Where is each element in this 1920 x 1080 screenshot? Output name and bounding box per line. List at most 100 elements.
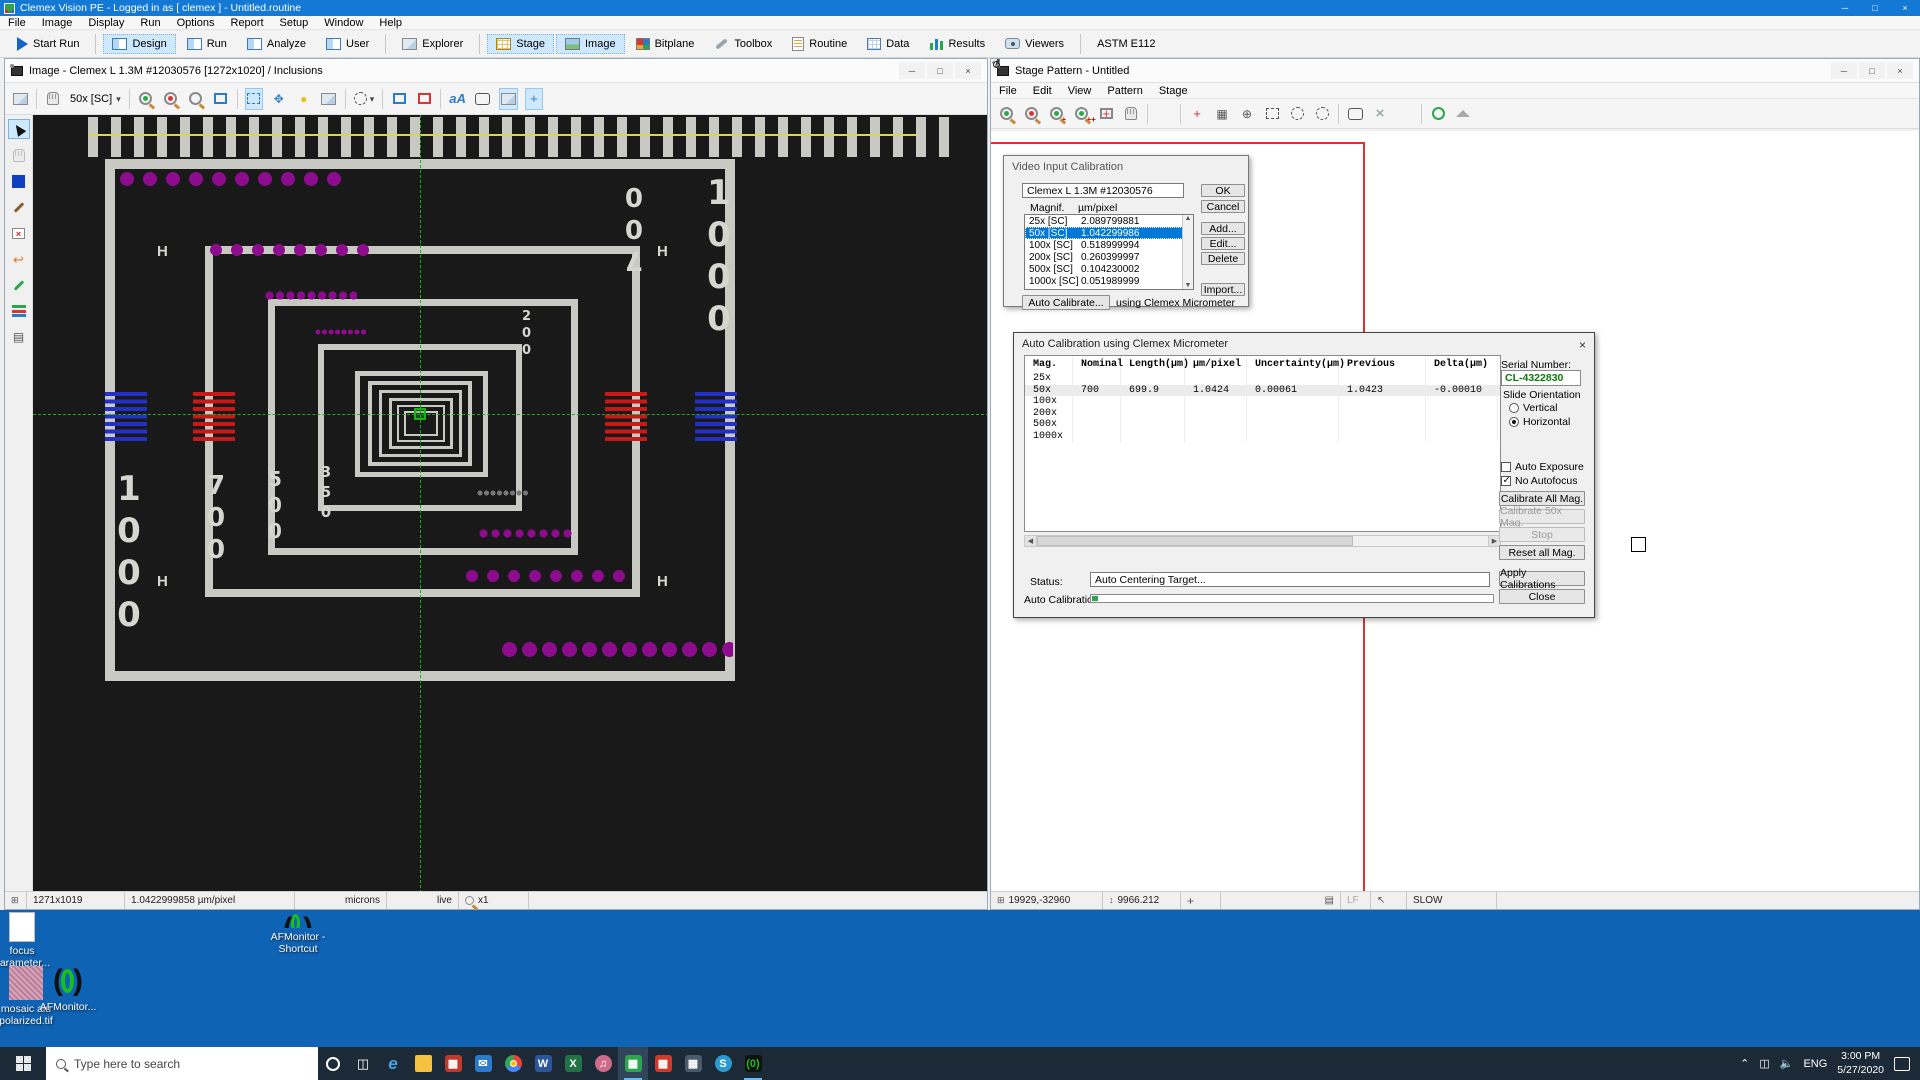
minimize-icon[interactable]: ─ [1830, 0, 1860, 16]
auto-calibrate-button[interactable]: Auto Calibrate... [1022, 295, 1110, 310]
zoom-plus-plus-icon[interactable]: ++ [1072, 103, 1090, 125]
menu-image[interactable]: Image [34, 16, 81, 29]
rounded-rect-icon[interactable] [1346, 103, 1364, 125]
menu-report[interactable]: Report [223, 16, 272, 29]
maximize-icon[interactable]: □ [1859, 62, 1885, 79]
minimize-icon[interactable]: ─ [899, 62, 925, 79]
radio-icon-selected[interactable] [1509, 417, 1519, 427]
desktop-icon-afmonitor-shortcut[interactable]: () AFMonitor - Shortcut [260, 912, 336, 955]
camera-icon[interactable] [11, 88, 29, 110]
menu-pattern[interactable]: Pattern [1099, 83, 1150, 98]
menu-file[interactable]: File [0, 16, 34, 29]
calibration-table[interactable]: Mag.Nominal Length(µm)µm/pixel Uncertain… [1024, 355, 1501, 532]
zoom-reset-icon[interactable] [187, 88, 205, 110]
ruler-icon[interactable] [474, 88, 492, 110]
edge-icon[interactable]: e [378, 1047, 408, 1080]
live-indicator[interactable]: live [387, 892, 459, 909]
zoom-out-icon[interactable] [162, 88, 180, 110]
toolbox-button[interactable]: Toolbox [705, 33, 781, 54]
stage-pattern-cell[interactable] [1631, 537, 1646, 552]
taskbar-clock[interactable]: 3:00 PM5/27/2020 [1837, 1050, 1884, 1076]
crosshair-icon[interactable]: + [525, 88, 543, 110]
menu-view[interactable]: View [1060, 83, 1100, 98]
circular-grid-icon[interactable]: ⊕ [1238, 103, 1256, 125]
camera-name-field[interactable]: Clemex L 1.3M #12030576 [1022, 183, 1184, 198]
red-rect-icon[interactable] [415, 88, 433, 110]
scroll-left-icon[interactable]: ◀ [1025, 536, 1037, 546]
close-icon[interactable]: × [1579, 338, 1586, 352]
table-row[interactable]: 25x [1025, 373, 1500, 385]
explorer-button[interactable]: Explorer [393, 34, 472, 54]
list-item-selected[interactable]: 50x [SC]1.042299986 [1025, 227, 1193, 239]
clemex-red-icon[interactable]: ▩ [648, 1047, 678, 1080]
expand-icon[interactable] [1396, 103, 1414, 125]
file-explorer-icon[interactable] [408, 1047, 438, 1080]
language-indicator[interactable]: ENG [1803, 1058, 1827, 1070]
reset-all-button[interactable]: Reset all Mag. [1499, 545, 1585, 560]
analyze-button[interactable]: Analyze [238, 34, 315, 54]
design-button[interactable]: Design [103, 34, 175, 54]
viewers-button[interactable]: Viewers [996, 34, 1073, 54]
stage-button[interactable]: Stage [487, 34, 554, 54]
teams-icon[interactable]: S [708, 1047, 738, 1080]
media-app-icon[interactable]: ♫ [588, 1047, 618, 1080]
pattern-icon[interactable] [353, 88, 376, 110]
delete-button[interactable]: Delete [1201, 252, 1245, 265]
measure-tool-icon[interactable]: ▤ [8, 327, 30, 347]
afmonitor-taskbar-icon[interactable]: (0) [738, 1047, 768, 1080]
user-button[interactable]: User [317, 34, 378, 54]
ok-button[interactable]: OK [1201, 184, 1245, 197]
notification-center-icon[interactable] [1894, 1057, 1910, 1071]
hand-pan-icon[interactable] [1122, 103, 1140, 125]
menu-options[interactable]: Options [169, 16, 223, 29]
table-row[interactable]: 100x [1025, 396, 1500, 408]
annotation-text-icon[interactable]: aA [448, 88, 467, 110]
data-button[interactable]: Data [858, 34, 918, 54]
checkbox-icon-checked[interactable] [1501, 476, 1511, 486]
units-value[interactable]: microns [295, 892, 387, 909]
delete-image-icon[interactable]: × [8, 223, 30, 243]
start-button[interactable] [0, 1047, 46, 1080]
menu-edit[interactable]: Edit [1025, 83, 1060, 98]
network-icon[interactable]: ◫ [1759, 1057, 1769, 1070]
stop-button[interactable]: Stop [1499, 527, 1585, 542]
close-icon[interactable]: × [955, 62, 981, 79]
bitplane-button[interactable]: Bitplane [627, 34, 704, 54]
zoom-in-icon[interactable] [997, 103, 1015, 125]
joystick-icon[interactable] [1155, 103, 1173, 125]
volume-icon[interactable]: 🔈 [1780, 1057, 1794, 1070]
tray-chevron-icon[interactable]: ⌃ [1740, 1057, 1749, 1070]
brush-tool-icon[interactable] [8, 197, 30, 217]
menu-help[interactable]: Help [371, 16, 410, 29]
results-button[interactable]: Results [920, 33, 994, 54]
rings-icon[interactable] [1429, 103, 1447, 125]
spot-region-icon[interactable] [1313, 103, 1331, 125]
calculator-icon[interactable]: ▦ [678, 1047, 708, 1080]
center-target-icon[interactable]: + [1188, 103, 1206, 125]
scrollbar-horizontal[interactable]: ◀ ▶ [1024, 535, 1501, 547]
list-item[interactable]: 1000x [SC]0.051989999 [1025, 275, 1193, 287]
list-item[interactable]: 100x [SC]0.518999994 [1025, 239, 1193, 251]
edit-button[interactable]: Edit... [1201, 237, 1245, 250]
desktop-icon-focus-parameter[interactable]: focus parameter... [0, 912, 60, 969]
lightbulb-icon[interactable]: ● [295, 88, 313, 110]
fit-view-icon[interactable]: + [1097, 103, 1115, 125]
store-icon[interactable]: ▩ [438, 1047, 468, 1080]
apply-calibrations-button[interactable]: Apply Calibrations [1499, 571, 1585, 586]
maximize-icon[interactable]: □ [1860, 0, 1890, 16]
image-button[interactable]: Image [556, 34, 625, 54]
objective-icon[interactable] [44, 88, 62, 110]
magnification-select[interactable]: 50x [SC] [69, 88, 122, 110]
cortana-icon[interactable] [318, 1047, 348, 1080]
undo-icon[interactable]: ↩ [8, 249, 30, 269]
mail-icon[interactable]: ✉ [468, 1047, 498, 1080]
close-icon[interactable]: × [1890, 0, 1920, 16]
eject-icon[interactable] [1454, 103, 1472, 125]
camera-settings-icon[interactable] [320, 88, 338, 110]
checkbox-auto-exposure[interactable]: Auto Exposure [1501, 461, 1584, 473]
radio-horizontal[interactable]: Horizontal [1509, 416, 1570, 428]
checkbox-icon[interactable] [1501, 462, 1511, 472]
scroll-thumb[interactable] [1037, 536, 1353, 546]
list-item[interactable]: 500x [SC]0.104230002 [1025, 263, 1193, 275]
list-item[interactable]: 25x [SC]2.089799881 [1025, 215, 1193, 227]
